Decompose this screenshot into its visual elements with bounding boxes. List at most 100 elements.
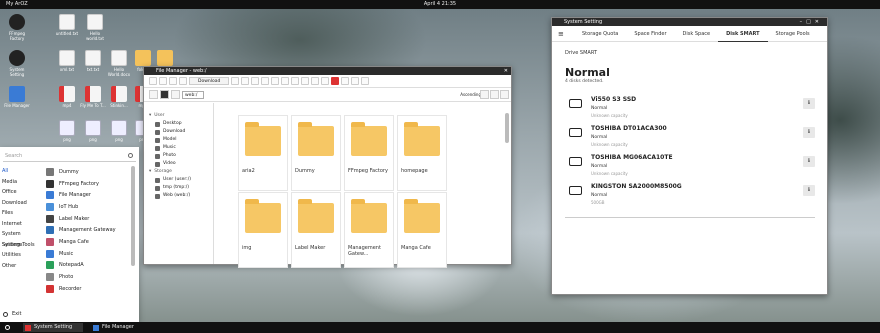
desktop-icon[interactable]: txt.txt — [80, 50, 106, 72]
app-icon — [46, 237, 54, 246]
app-item[interactable]: Management Gateway — [40, 224, 132, 236]
desktop-icon-label: Hello world.txt — [86, 31, 104, 41]
folder-label: aria2 — [242, 168, 255, 174]
desktop-icon[interactable]: png — [106, 120, 132, 142]
maximize-icon[interactable]: □ — [806, 19, 815, 25]
taskbar-item-file-manager[interactable]: File Manager — [93, 322, 134, 333]
desktop-icon[interactable]: File Manager — [4, 86, 30, 108]
info-button[interactable]: ℹ — [803, 98, 815, 109]
start-button[interactable] — [5, 325, 10, 330]
tab-item[interactable]: Disk Space — [675, 26, 719, 42]
desktop-icon[interactable]: Fly Me To T... — [80, 86, 106, 108]
disk-name: TOSHIBA DT01ACA300 — [591, 125, 667, 132]
desktop-icon[interactable]: Hello world.txt — [82, 14, 108, 41]
app-item[interactable]: Dummy — [40, 166, 132, 178]
app-label: Recorder — [59, 285, 82, 292]
desktop-icon[interactable]: png — [54, 120, 80, 142]
folder-tile[interactable]: homepage — [397, 115, 447, 191]
info-button[interactable]: ℹ — [803, 156, 815, 167]
file-manager-window[interactable]: File Manager - web:/ ✕ Download web:/ As… — [143, 66, 512, 268]
app-icon — [46, 167, 54, 176]
tab-item[interactable]: Disk SMART — [718, 26, 768, 42]
info-button[interactable]: ℹ — [803, 127, 815, 138]
window-title: System Setting — [564, 19, 603, 25]
disk-name: TOSHIBA MG06ACA10TE — [591, 154, 673, 161]
app-item[interactable]: Music — [40, 248, 132, 260]
category-item[interactable]: Office — [0, 187, 38, 198]
folder-tile[interactable]: Management Gatew... — [344, 192, 394, 268]
category-item[interactable]: All — [0, 166, 38, 177]
text-file-icon — [87, 14, 103, 30]
file-manager-icon — [93, 324, 99, 331]
category-item[interactable]: Download — [0, 198, 38, 209]
desktop-icon[interactable]: mp4 — [54, 86, 80, 108]
close-icon[interactable]: ✕ — [815, 19, 823, 25]
folder-tile[interactable]: FFmpeg Factory — [344, 115, 394, 191]
info-button[interactable]: ℹ — [803, 185, 815, 196]
category-item[interactable]: Utilities — [0, 250, 38, 261]
hard-drive-icon — [569, 186, 582, 195]
app-item[interactable]: IoT Hub — [40, 201, 132, 213]
image-file-icon — [85, 120, 101, 136]
hard-drive-icon — [569, 99, 582, 108]
desktop-icon[interactable]: xml.txt — [54, 50, 80, 72]
app-label: Photo — [59, 274, 74, 281]
app-label: Manga Cafe — [59, 238, 89, 245]
taskbar-item-system-setting[interactable]: System Setting — [25, 322, 72, 333]
category-item[interactable]: Internet — [0, 219, 38, 230]
disk-capacity: Unknown capacity — [591, 113, 628, 118]
scrollbar[interactable] — [131, 166, 135, 266]
app-item[interactable]: Label Maker — [40, 213, 132, 225]
folder-tile[interactable]: img — [238, 192, 288, 268]
desktop-icon[interactable]: Stinkin... — [106, 86, 132, 108]
folder-label: FFmpeg Factory — [348, 168, 388, 174]
exit-button[interactable]: Exit — [3, 311, 21, 317]
app-item[interactable]: Manga Cafe — [40, 236, 132, 248]
desktop-icon[interactable]: FFmpeg Factory — [4, 14, 30, 41]
category-item[interactable]: System Settings — [0, 229, 38, 248]
folder-tile[interactable]: Dummy — [291, 115, 341, 191]
disk-status: Normal — [591, 193, 608, 198]
desktop-icon[interactable]: untitled.txt — [54, 14, 80, 36]
system-setting-window[interactable]: System Setting –□✕ ≡ Storage Quota Space … — [551, 17, 828, 295]
desktop-icon[interactable]: System Setting — [4, 50, 30, 77]
folder-tile[interactable]: Manga Cafe — [397, 192, 447, 268]
search-input[interactable]: Search — [3, 150, 136, 162]
app-icon — [46, 214, 54, 223]
desktop-icon[interactable]: Hello World.docx — [106, 50, 132, 77]
app-item[interactable]: NotepadA — [40, 260, 132, 272]
page-title: Normal — [565, 66, 610, 79]
search-icon[interactable] — [128, 153, 133, 158]
tab-item[interactable]: Storage Pools — [768, 26, 818, 42]
text-file-icon — [59, 14, 75, 30]
folder-icon — [351, 122, 387, 156]
hamburger-icon[interactable]: ≡ — [558, 30, 568, 38]
gear-icon — [25, 324, 31, 331]
app-item[interactable]: Photo — [40, 271, 132, 283]
category-list: All Media Office Download Files Internet Syste… — [0, 166, 38, 271]
folder-tile[interactable]: Label Maker — [291, 192, 341, 268]
category-item[interactable]: Files — [0, 208, 38, 219]
disk-name: Vi550 S3 SSD — [591, 96, 637, 103]
desktop-icon-label: txt.txt — [86, 67, 100, 72]
folder-label: Label Maker — [295, 245, 326, 251]
app-item[interactable]: File Manager — [40, 189, 132, 201]
category-item[interactable]: Other — [0, 261, 38, 272]
scrollbar[interactable] — [505, 113, 509, 143]
app-icon — [46, 226, 54, 235]
tab-item[interactable]: Space Finder — [626, 26, 674, 42]
app-item[interactable]: FFmpeg Factory — [40, 178, 132, 190]
tab-item[interactable]: Storage Quota — [574, 26, 626, 42]
exit-label: Exit — [12, 311, 22, 317]
folder-tile[interactable]: aria2 — [238, 115, 288, 191]
tab-bar: ≡ Storage Quota Space Finder Disk Space Dis… — [552, 26, 827, 42]
desktop-icon[interactable]: png — [80, 120, 106, 142]
desktop-icon-label: xml.txt — [59, 67, 75, 72]
category-item[interactable]: Media — [0, 177, 38, 188]
folder-icon — [298, 122, 334, 156]
category-item[interactable]: System Tools — [0, 240, 38, 251]
app-item[interactable]: Recorder — [40, 283, 132, 295]
disk-row: TOSHIBA MG06ACA10TE Normal Unknown capacit… — [565, 154, 815, 180]
app-label: FFmpeg Factory — [59, 180, 99, 187]
app-label: NotepadA — [59, 262, 84, 269]
